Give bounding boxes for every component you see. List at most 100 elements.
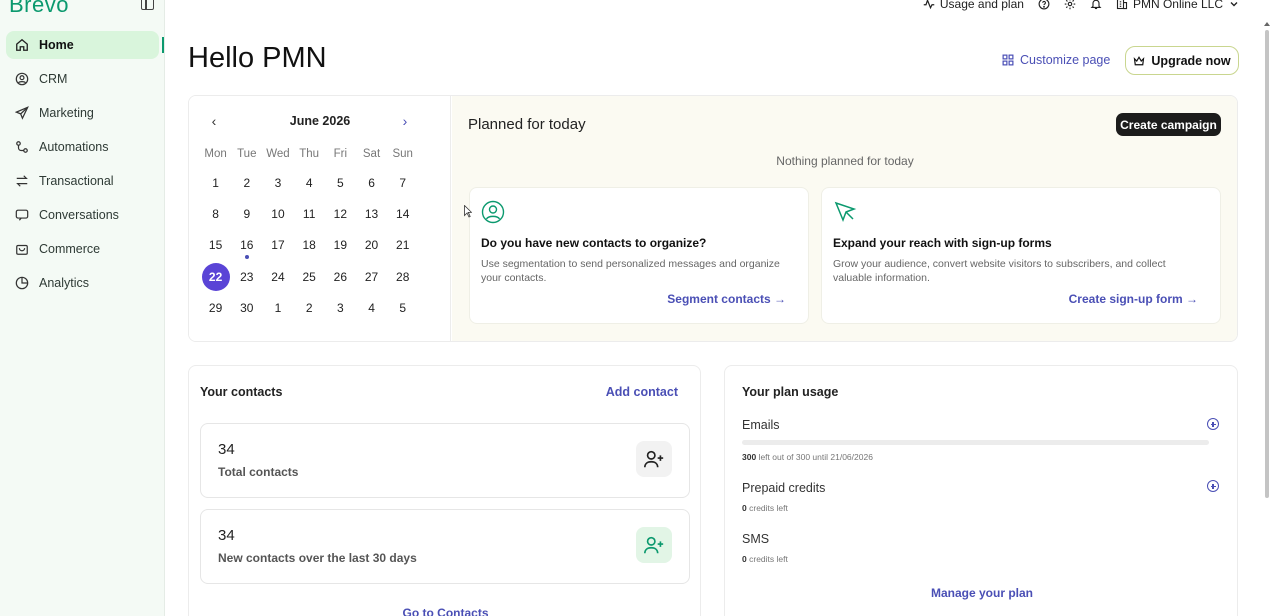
calendar-day[interactable]: 5 xyxy=(387,293,418,324)
sms-value: 0 xyxy=(742,554,747,564)
calendar-day[interactable]: 19 xyxy=(325,230,356,261)
calendar-day-number: 1 xyxy=(212,176,219,190)
sidebar-item-commerce[interactable]: Commerce xyxy=(6,235,159,263)
add-prepaid-icon[interactable] xyxy=(1207,480,1219,492)
new-contacts-stat[interactable]: 34 New contacts over the last 30 days xyxy=(200,509,690,584)
usage-and-plan-link[interactable]: Usage and plan xyxy=(923,0,1024,11)
calendar-day[interactable]: 6 xyxy=(356,168,387,199)
add-contact-link[interactable]: Add contact xyxy=(606,385,678,399)
scroll-up-icon[interactable] xyxy=(1264,22,1270,26)
calendar-day[interactable]: 21 xyxy=(387,230,418,261)
add-emails-icon[interactable] xyxy=(1207,418,1219,430)
sidebar-item-analytics[interactable]: Analytics xyxy=(6,269,159,297)
sidebar-item-transactional[interactable]: Transactional xyxy=(6,167,159,195)
calendar-day[interactable]: 23 xyxy=(231,262,262,293)
calendar-day[interactable]: 1 xyxy=(262,293,293,324)
calendar-grid: Mon Tue Wed Thu Fri Sat Sun 1 2 3 4 5 6 7 8 9 10 11 12 13 14… xyxy=(200,148,418,324)
account-menu[interactable]: PMN Online LLC xyxy=(1116,0,1240,11)
sidebar-item-label: Home xyxy=(39,38,74,52)
calendar-day[interactable]: 22 xyxy=(200,262,231,293)
emails-usage-text: 300 left out of 300 until 21/06/2026 xyxy=(742,452,873,462)
next-month-icon[interactable]: › xyxy=(398,113,412,129)
calendar-day[interactable]: 11 xyxy=(294,199,325,230)
sms-usage-text: 0 credits left xyxy=(742,554,788,564)
segment-contacts-link[interactable]: Segment contacts → xyxy=(667,292,786,306)
upgrade-now-button[interactable]: Upgrade now xyxy=(1125,46,1239,75)
upgrade-now-label: Upgrade now xyxy=(1151,53,1231,68)
sidebar-item-conversations[interactable]: Conversations xyxy=(6,201,159,229)
calendar-day[interactable]: 29 xyxy=(200,293,231,324)
help-icon[interactable] xyxy=(1038,0,1050,10)
calendar-day-number: 17 xyxy=(271,238,285,253)
calendar-day[interactable]: 9 xyxy=(231,199,262,230)
calendar: ‹ June 2026 › Mon Tue Wed Thu Fri Sat Sun 1 2 3 4 5… xyxy=(189,96,451,341)
weekday-label: Wed xyxy=(266,148,290,160)
calendar-day[interactable]: 28 xyxy=(387,262,418,293)
tip-card-signup: Expand your reach with sign-up forms Gro… xyxy=(821,187,1221,324)
sidebar-item-crm[interactable]: CRM xyxy=(6,65,159,93)
sidebar-item-label: Automations xyxy=(39,140,109,154)
calendar-day[interactable]: 8 xyxy=(200,199,231,230)
calendar-day[interactable]: 2 xyxy=(294,293,325,324)
sms-suffix: credits left xyxy=(749,554,788,564)
scrollbar[interactable] xyxy=(1265,30,1269,498)
calendar-day[interactable]: 14 xyxy=(387,199,418,230)
new-contacts-value: 34 xyxy=(218,527,235,544)
chat-icon xyxy=(15,208,29,222)
calendar-day[interactable]: 1 xyxy=(200,168,231,199)
calendar-planned-card: ‹ June 2026 › Mon Tue Wed Thu Fri Sat Sun 1 2 3 4 5… xyxy=(188,95,1238,342)
tip-card-segment: Do you have new contacts to organize? Us… xyxy=(469,187,809,324)
settings-gear-icon[interactable] xyxy=(1064,0,1076,10)
sidebar-item-marketing[interactable]: Marketing xyxy=(6,99,159,127)
calendar-day[interactable]: 30 xyxy=(231,293,262,324)
collapse-sidebar-icon[interactable] xyxy=(141,0,154,10)
calendar-day-number: 16 xyxy=(240,238,254,253)
sidebar-nav: Home CRM Marketing Automations Transacti… xyxy=(6,31,159,303)
calendar-day[interactable]: 25 xyxy=(294,262,325,293)
brevo-logo[interactable]: Brevo xyxy=(9,0,69,18)
create-signup-form-link[interactable]: Create sign-up form → xyxy=(1069,292,1198,306)
calendar-day[interactable]: 24 xyxy=(262,262,293,293)
prepaid-credits-label: Prepaid credits xyxy=(742,481,826,495)
arrow-right-icon: → xyxy=(774,292,786,306)
activity-icon xyxy=(923,0,935,10)
customize-page-button[interactable]: Customize page xyxy=(1002,53,1110,67)
manage-plan-link[interactable]: Manage your plan xyxy=(725,586,1239,600)
total-contacts-stat[interactable]: 34 Total contacts xyxy=(200,423,690,498)
sms-label: SMS xyxy=(742,532,770,546)
calendar-day[interactable]: 3 xyxy=(325,293,356,324)
calendar-day[interactable]: 26 xyxy=(325,262,356,293)
calendar-day[interactable]: 17 xyxy=(262,230,293,261)
calendar-day[interactable]: 5 xyxy=(325,168,356,199)
user-circle-icon xyxy=(481,200,505,224)
calendar-day[interactable]: 15 xyxy=(200,230,231,261)
planned-for-today-panel: Planned for today Create campaign Nothin… xyxy=(452,96,1237,341)
calendar-day[interactable]: 3 xyxy=(262,168,293,199)
calendar-day[interactable]: 2 xyxy=(231,168,262,199)
segment-contacts-label: Segment contacts xyxy=(667,292,771,306)
usage-and-plan-label: Usage and plan xyxy=(939,0,1024,11)
calendar-day[interactable]: 12 xyxy=(325,199,356,230)
calendar-day[interactable]: 7 xyxy=(387,168,418,199)
sidebar-item-home[interactable]: Home xyxy=(6,31,159,59)
calendar-day[interactable]: 4 xyxy=(356,293,387,324)
calendar-day-number: 25 xyxy=(302,269,316,284)
notification-bell-icon[interactable] xyxy=(1090,0,1102,10)
calendar-day[interactable]: 10 xyxy=(262,199,293,230)
calendar-day-number: 24 xyxy=(271,269,285,284)
create-campaign-button[interactable]: Create campaign xyxy=(1116,113,1221,136)
calendar-day[interactable]: 18 xyxy=(294,230,325,261)
calendar-day-number: 6 xyxy=(368,176,375,190)
sidebar: Brevo Home CRM Marketing Automations Tra… xyxy=(0,0,165,616)
sidebar-item-automations[interactable]: Automations xyxy=(6,133,159,161)
arrows-icon xyxy=(15,174,29,188)
calendar-day[interactable]: 20 xyxy=(356,230,387,261)
calendar-day[interactable]: 13 xyxy=(356,199,387,230)
calendar-day[interactable]: 4 xyxy=(294,168,325,199)
calendar-day[interactable]: 27 xyxy=(356,262,387,293)
go-to-contacts-link[interactable]: Go to Contacts xyxy=(189,606,702,616)
calendar-day-number: 13 xyxy=(364,207,379,222)
calendar-day[interactable]: 16 xyxy=(231,230,262,261)
contacts-card: Your contacts Add contact 34 Total conta… xyxy=(188,365,701,616)
calendar-day-number: 2 xyxy=(305,300,313,315)
